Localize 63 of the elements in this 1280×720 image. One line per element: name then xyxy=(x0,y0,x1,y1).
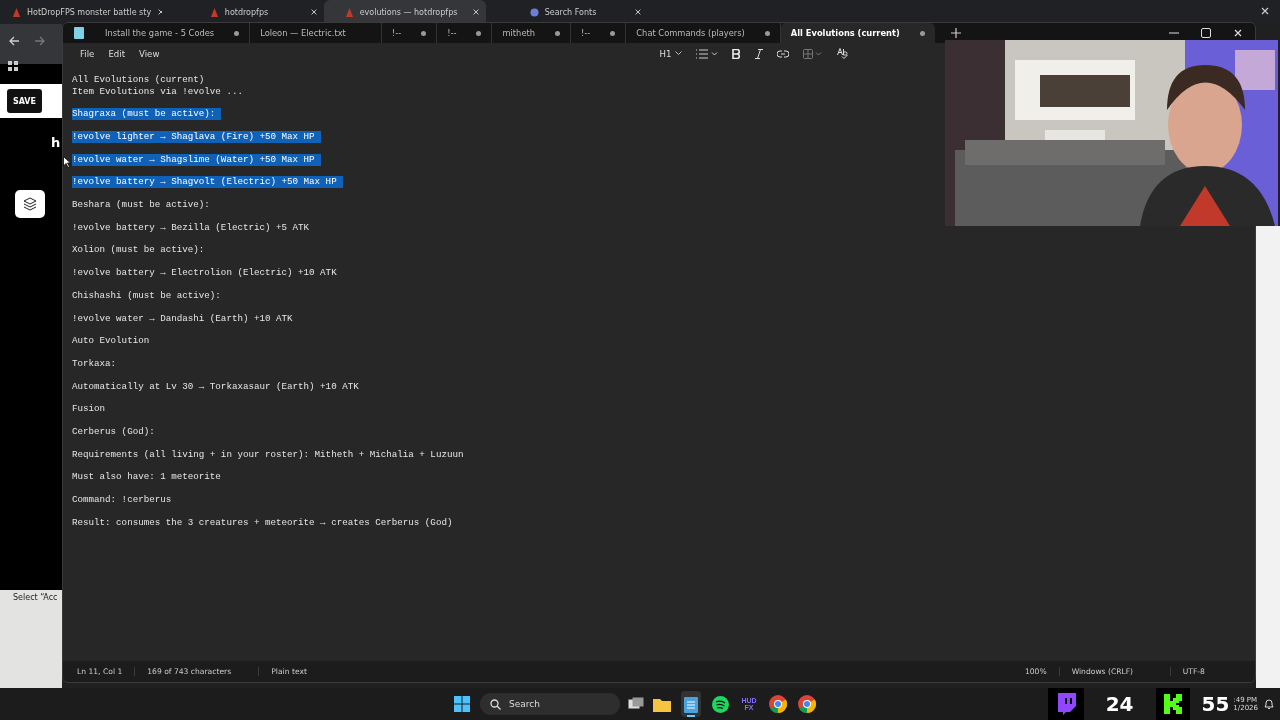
apps-grid-icon[interactable] xyxy=(8,61,18,71)
text-line: Auto Evolution xyxy=(72,335,151,348)
chevron-down-icon xyxy=(675,51,683,56)
document-tab[interactable]: Chat Commands (players) xyxy=(626,23,781,43)
bell-icon[interactable] xyxy=(1264,698,1274,710)
twitch-icon xyxy=(1047,688,1084,720)
forward-arrow-icon[interactable] xyxy=(34,36,45,46)
start-icon[interactable] xyxy=(454,696,470,712)
document-tab[interactable]: Loleon — Electric.txt xyxy=(250,23,382,43)
document-tab[interactable]: !-- xyxy=(437,23,493,43)
text-line: Command: !cerberus xyxy=(72,494,173,507)
italic-icon[interactable] xyxy=(755,48,764,59)
bold-icon[interactable] xyxy=(732,48,742,59)
browser-tab[interactable]: HotDropFPS monster battle sty xyxy=(0,0,162,24)
layers-icon xyxy=(23,197,37,211)
text-line: Torkaxa: xyxy=(72,357,118,370)
text-line: Result: consumes the 3 creatures + meteorite → creates Cerberus (God) xyxy=(72,516,454,529)
page-heading: h xyxy=(51,135,61,150)
link-icon[interactable] xyxy=(777,49,790,58)
spellcheck-icon[interactable] xyxy=(837,48,849,59)
menu-item[interactable]: File xyxy=(73,48,102,59)
text-line: Fusion xyxy=(72,403,107,416)
search-field[interactable]: Search xyxy=(480,693,620,715)
list-dropdown-icon[interactable] xyxy=(696,48,719,59)
document-tab[interactable]: All Evolutions (current) xyxy=(780,23,935,43)
maximize-icon[interactable] xyxy=(1201,28,1211,38)
text-line: Beshara (must be active): xyxy=(72,199,211,212)
task-view-icon[interactable] xyxy=(628,697,644,711)
text-line: !evolve water → Dandashi (Earth) +10 ATK xyxy=(72,312,294,325)
notepad-icon[interactable] xyxy=(681,691,701,717)
menu-item[interactable]: View xyxy=(132,48,167,59)
counter: 24 xyxy=(1105,692,1134,716)
document-tab[interactable]: Install the game - 5 Codes xyxy=(95,23,251,43)
text-line: Chishashi (must be active): xyxy=(72,289,222,302)
kick-icon xyxy=(1155,688,1190,720)
text-line: Must also have: 1 meteorite xyxy=(72,471,222,484)
text-line: All Evolutions (current) xyxy=(72,74,206,86)
notepad-icon xyxy=(74,27,84,39)
heading-dropdown[interactable]: H1 xyxy=(659,48,683,59)
table-dropdown-icon[interactable] xyxy=(803,48,824,59)
globe-icon xyxy=(529,7,539,17)
text-line: Cerberus (God): xyxy=(72,425,156,438)
text-line: Item Evolutions via !evolve ... xyxy=(72,85,244,97)
search-icon xyxy=(490,698,501,710)
menu-item[interactable]: Edit xyxy=(101,48,133,59)
text-line: !evolve battery → Electrolion (Electric) +10 ATK xyxy=(72,267,338,280)
document-tab[interactable]: mitheth xyxy=(492,23,571,43)
browser-tab[interactable]: hotdropfps xyxy=(162,0,324,24)
layers-button[interactable] xyxy=(15,190,45,218)
save-button[interactable]: SAVE xyxy=(7,89,42,113)
document-tab[interactable]: !-- xyxy=(571,23,627,43)
text-line: Automatically at Lv 30 → Torkaxasaur (Earth) +10 ATK xyxy=(72,380,360,393)
page-text: Select “Acc xyxy=(13,593,58,602)
scrollbar[interactable] xyxy=(1256,226,1280,688)
back-arrow-icon[interactable] xyxy=(9,36,20,46)
text-line: !evolve battery → Bezilla (Electric) +5 ATK xyxy=(72,221,311,234)
text-line: Xolion (must be active): xyxy=(72,244,206,257)
document-tab[interactable]: !-- xyxy=(381,23,438,43)
browser-tab[interactable]: evolutions — hotdropfps xyxy=(324,0,486,24)
new-tab-icon[interactable] xyxy=(950,28,961,38)
browser-tab[interactable]: Search Fonts xyxy=(486,0,648,24)
counter: 55 xyxy=(1201,692,1230,716)
text-line: Requirements (all living + in your roster): Mitheth + Michalia + Luzuun xyxy=(72,448,465,461)
